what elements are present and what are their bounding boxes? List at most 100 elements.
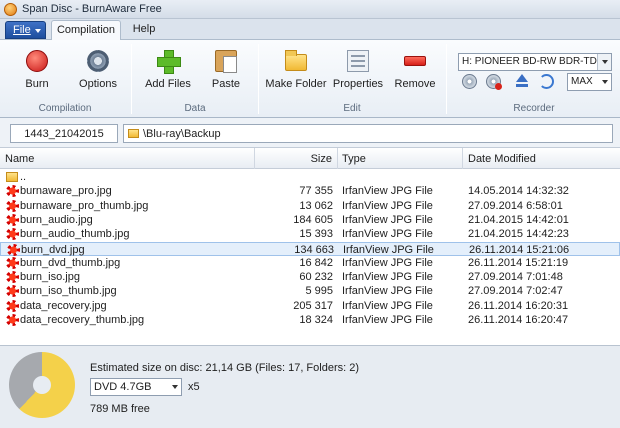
window-title: Span Disc - BurnAware Free <box>22 3 162 15</box>
table-row[interactable]: .. <box>0 170 620 184</box>
file-size: 16 842 <box>299 256 333 269</box>
file-name: data_recovery_thumb.jpg <box>20 314 145 326</box>
file-date-modified: 26.11.2014 15:21:06 <box>469 243 570 256</box>
properties-icon <box>347 50 369 72</box>
burn-button-label: Burn <box>25 78 49 90</box>
file-date-modified: 26.11.2014 15:21:19 <box>468 256 569 269</box>
file-type: IrfanView JPG File <box>342 199 433 212</box>
status-panel: Estimated size on disc: 21,14 GB (Files:… <box>0 346 620 428</box>
file-name: data_recovery.jpg <box>20 299 107 312</box>
group-label-data: Data <box>184 103 206 114</box>
file-size: 134 663 <box>294 243 334 256</box>
file-type: IrfanView JPG File <box>343 243 434 256</box>
file-date-modified: 21.04.2015 14:42:01 <box>468 213 569 226</box>
add-files-button-label: Add Files <box>145 78 191 90</box>
paste-button-label: Paste <box>211 78 241 90</box>
file-size: 205 317 <box>293 299 333 312</box>
plus-icon <box>157 50 181 74</box>
image-file-icon <box>6 185 19 198</box>
file-date-modified <box>468 170 618 184</box>
file-size: 15 393 <box>299 228 333 241</box>
ribbon-group-compilation: Burn Options Compilation <box>0 40 130 118</box>
erase-disc-icon[interactable] <box>486 74 502 90</box>
file-date-modified: 26.11.2014 16:20:31 <box>468 299 569 312</box>
disc-type-select[interactable]: DVD 4.7GB <box>90 378 182 396</box>
table-row[interactable]: burn_dvd.jpg 134 663 IrfanView JPG File 26.… <box>0 241 620 256</box>
file-date-modified: 27.09.2014 6:58:01 <box>468 199 563 212</box>
column-header-date-modified[interactable]: Date Modified <box>463 148 620 169</box>
file-name: burn_dvd_thumb.jpg <box>20 256 121 269</box>
table-row[interactable]: burn_iso_thumb.jpg 5 995 IrfanView JPG Fil… <box>0 284 620 298</box>
table-row[interactable]: burn_audio_thumb.jpg 15 393 IrfanView JPG … <box>0 227 620 241</box>
remove-button-label: Remove <box>394 78 436 90</box>
gear-icon <box>87 50 109 72</box>
file-name: burn_iso_thumb.jpg <box>20 285 117 298</box>
properties-button[interactable]: Properties <box>328 46 388 96</box>
file-size: 13 062 <box>299 199 333 212</box>
title-bar: Span Disc - BurnAware Free <box>0 0 620 19</box>
file-type: IrfanView JPG File <box>342 299 433 312</box>
table-row[interactable]: burn_audio.jpg 184 605 IrfanView JPG File 2… <box>0 213 620 227</box>
burn-button[interactable]: Burn <box>12 46 62 96</box>
make-folder-button[interactable]: Make Folder <box>264 46 328 96</box>
tab-help[interactable]: Help <box>126 21 162 39</box>
file-name: burn_audio_thumb.jpg <box>20 228 130 241</box>
folder-icon <box>285 50 307 71</box>
image-file-icon <box>6 228 19 241</box>
options-button-label: Options <box>79 78 117 90</box>
remove-button[interactable]: Remove <box>390 46 440 96</box>
tab-compilation[interactable]: Compilation <box>51 20 121 41</box>
chevron-down-icon[interactable] <box>169 379 181 395</box>
recorder-device-select[interactable]: H: PIONEER BD-RW BDR-TD03 <box>458 53 612 71</box>
options-button[interactable]: Options <box>72 46 124 96</box>
path-field[interactable]: \Blu-ray\Backup <box>123 124 613 143</box>
image-file-icon <box>7 243 20 256</box>
tab-file[interactable]: File <box>5 21 46 39</box>
folder-icon <box>6 172 18 182</box>
table-row[interactable]: burn_dvd_thumb.jpg 16 842 IrfanView JPG Fi… <box>0 256 620 270</box>
tab-file-label: File <box>13 24 31 36</box>
disc-label-field[interactable]: 1443_21042015 <box>10 124 118 143</box>
column-header-type[interactable]: Type <box>338 148 463 169</box>
file-size: 77 355 <box>299 185 333 198</box>
ribbon-separator <box>446 44 447 114</box>
chevron-down-icon[interactable] <box>597 54 611 70</box>
file-type: IrfanView JPG File <box>342 314 433 326</box>
clipboard-icon <box>215 50 237 73</box>
column-header-size[interactable]: Size <box>255 148 338 169</box>
disc-info-icon[interactable] <box>462 74 477 89</box>
file-type <box>342 170 462 184</box>
file-size: 5 995 <box>305 285 333 298</box>
file-date-modified: 21.04.2015 14:42:23 <box>468 228 569 241</box>
file-name: burnaware_pro.jpg <box>20 185 112 198</box>
file-list: Name Size Type Date Modified .. burnaware… <box>0 148 620 346</box>
column-header-name[interactable]: Name <box>0 148 255 169</box>
add-files-button[interactable]: Add Files <box>141 46 195 96</box>
file-date-modified: 26.11.2014 16:20:47 <box>468 314 569 326</box>
file-name: burn_dvd.jpg <box>21 243 85 256</box>
properties-button-label: Properties <box>332 78 384 90</box>
disc-multiplier: x5 <box>188 381 200 393</box>
file-date-modified: 27.09.2014 7:01:48 <box>468 271 563 284</box>
table-row[interactable]: burnaware_pro.jpg 77 355 IrfanView JPG Fil… <box>0 184 620 198</box>
table-row[interactable]: data_recovery.jpg 205 317 IrfanView JPG Fi… <box>0 299 620 313</box>
make-folder-button-label: Make Folder <box>265 78 327 90</box>
refresh-icon[interactable] <box>539 74 554 89</box>
image-file-icon <box>6 299 19 312</box>
chevron-down-icon[interactable] <box>599 74 611 90</box>
image-file-icon <box>6 271 19 284</box>
file-list-header: Name Size Type Date Modified <box>0 148 620 169</box>
file-type: IrfanView JPG File <box>342 228 433 241</box>
chevron-down-icon <box>35 29 41 33</box>
file-name: burn_iso.jpg <box>20 271 80 284</box>
table-row[interactable]: burn_iso.jpg 60 232 IrfanView JPG File 27.0… <box>0 270 620 284</box>
table-row[interactable]: data_recovery_thumb.jpg 18 324 IrfanView J… <box>0 313 620 327</box>
ribbon: Burn Options Compilation Add Files Paste… <box>0 40 620 118</box>
write-speed-select[interactable]: MAX <box>567 73 612 91</box>
file-date-modified: 14.05.2014 14:32:32 <box>468 185 569 198</box>
burn-icon <box>26 50 48 72</box>
paste-button[interactable]: Paste <box>203 46 249 96</box>
file-type: IrfanView JPG File <box>342 285 433 298</box>
table-row[interactable]: burnaware_pro_thumb.jpg 13 062 IrfanView J… <box>0 199 620 213</box>
eject-icon[interactable] <box>515 74 530 89</box>
